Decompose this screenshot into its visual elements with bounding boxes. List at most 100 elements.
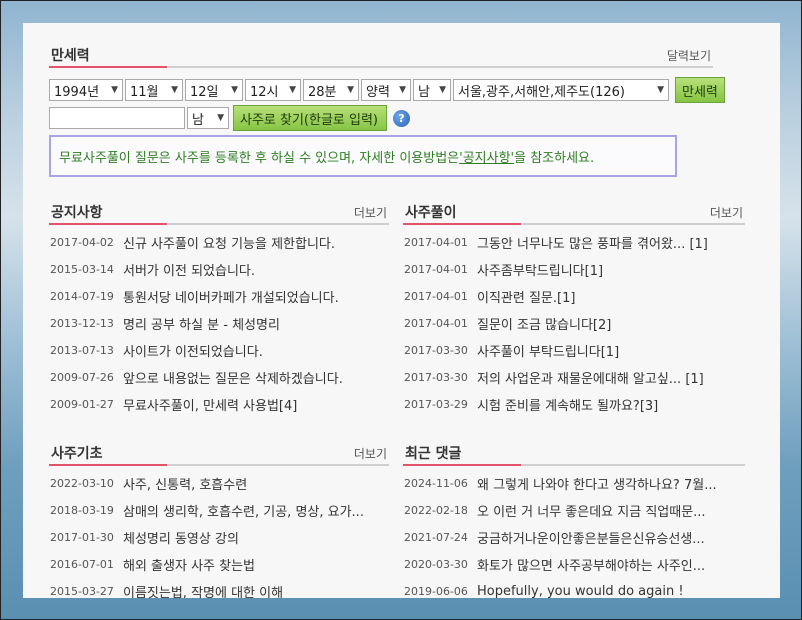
calendar-type-select[interactable]: 양력 ▼ bbox=[361, 79, 411, 101]
item-date: 2013-07-13 bbox=[50, 343, 114, 357]
item-title[interactable]: 사주풀이 부탁드립니다[1] bbox=[477, 341, 619, 360]
list-item[interactable]: 2015-03-14 서버가 이전 되었습니다. bbox=[50, 260, 255, 279]
search-gender-value: 남 bbox=[192, 112, 204, 128]
notices-more-link[interactable]: 더보기 bbox=[354, 204, 387, 221]
region-select[interactable]: 서울,광주,서해안,제주도(126) ▼ bbox=[453, 79, 669, 101]
minute-select[interactable]: 28분 ▼ bbox=[303, 79, 359, 101]
item-title[interactable]: 명리 공부 하실 분 - 체성명리 bbox=[123, 314, 280, 333]
item-title[interactable]: 무료사주풀이, 만세력 사용법[4] bbox=[123, 395, 297, 414]
comments-title: 최근 댓글 bbox=[405, 446, 462, 462]
item-title[interactable]: 이직관련 질문.[1] bbox=[477, 287, 575, 306]
item-date: 2014-07-19 bbox=[50, 289, 114, 303]
list-item[interactable]: 2020-03-30 화토가 많으면 사주공부해야하는 사주인... bbox=[404, 555, 746, 574]
item-title[interactable]: 체성명리 동영상 강의 bbox=[123, 528, 239, 547]
hour-select[interactable]: 12시 ▼ bbox=[245, 79, 301, 101]
item-title[interactable]: 해외 출생자 사주 찾는법 bbox=[123, 555, 255, 574]
item-title[interactable]: 이름짓는법, 작명에 대한 이해 bbox=[123, 582, 283, 599]
item-title[interactable]: 사주좀부탁드립니다[1] bbox=[477, 260, 603, 279]
list-item[interactable]: 2022-02-18 오 이런 거 너무 좋은데요 지금 직업때문... bbox=[404, 501, 746, 520]
search-gender-select[interactable]: 남 ▼ bbox=[187, 107, 229, 129]
item-date: 2017-01-30 bbox=[50, 530, 114, 544]
item-date: 2017-04-01 bbox=[404, 289, 468, 303]
item-date: 2024-11-06 bbox=[404, 476, 468, 490]
list-item[interactable]: 2017-04-01 사주좀부탁드립니다[1] bbox=[404, 260, 603, 279]
chevron-down-icon: ▼ bbox=[217, 113, 224, 123]
header-accent bbox=[49, 464, 167, 466]
item-date: 2020-03-30 bbox=[404, 557, 468, 571]
item-title[interactable]: 사주, 신통력, 호흡수련 bbox=[123, 474, 247, 493]
header-accent bbox=[403, 464, 521, 466]
help-icon[interactable]: ? bbox=[393, 109, 410, 127]
list-item[interactable]: 2009-01-27 무료사주풀이, 만세력 사용법[4] bbox=[50, 395, 297, 414]
list-item[interactable]: 2018-03-19 삼매의 생리학, 호흡수련, 기공, 명상, 요가... bbox=[50, 501, 390, 520]
list-item[interactable]: 2019-06-06 Hopefully, you would do again … bbox=[404, 582, 746, 599]
list-item[interactable]: 2014-07-19 통원서당 네이버카페가 개설되었습니다. bbox=[50, 287, 339, 306]
list-item[interactable]: 2013-12-13 명리 공부 하실 분 - 체성명리 bbox=[50, 314, 280, 333]
content-panel: 만세력 달력보기 1994년 ▼ 11월 ▼ 12일 ▼ 12시 ▼ 28분 ▼ 양력 ▼ … bbox=[23, 23, 780, 598]
list-item[interactable]: 2013-07-13 사이트가 이전되었습니다. bbox=[50, 341, 263, 360]
notices-title: 공지사항 bbox=[51, 205, 103, 221]
search-row: 남 ▼ 사주로 찾기(한글로 입력) ? bbox=[49, 105, 410, 131]
day-select[interactable]: 12일 ▼ bbox=[185, 79, 243, 101]
item-title[interactable]: 사이트가 이전되었습니다. bbox=[123, 341, 263, 360]
gender-select[interactable]: 남 ▼ bbox=[413, 79, 451, 101]
name-search-input[interactable] bbox=[49, 107, 185, 129]
list-item[interactable]: 2017-03-30 사주풀이 부탁드립니다[1] bbox=[404, 341, 619, 360]
gender-value: 남 bbox=[418, 84, 430, 100]
manse-go-button[interactable]: 만세력 bbox=[675, 77, 725, 103]
item-title[interactable]: Hopefully, you would do again ! bbox=[477, 584, 684, 599]
saju-header: 사주풀이 더보기 bbox=[403, 201, 745, 225]
item-date: 2017-04-02 bbox=[50, 235, 114, 249]
item-title[interactable]: 그동안 너무나도 많은 풍파를 겪어왔... [1] bbox=[477, 233, 708, 252]
manse-header: 만세력 달력보기 bbox=[49, 44, 713, 68]
chevron-down-icon: ▼ bbox=[289, 85, 296, 95]
list-item[interactable]: 2021-07-24 궁금하거나운이안좋은분들은신유승선생... bbox=[404, 528, 746, 547]
day-value: 12일 bbox=[190, 84, 219, 100]
list-item[interactable]: 2017-04-01 그동안 너무나도 많은 풍파를 겪어왔... [1] bbox=[404, 233, 708, 252]
item-title[interactable]: 삼매의 생리학, 호흡수련, 기공, 명상, 요가... bbox=[123, 501, 364, 520]
saju-more-link[interactable]: 더보기 bbox=[710, 204, 743, 221]
item-date: 2022-03-10 bbox=[50, 476, 114, 490]
year-select[interactable]: 1994년 ▼ bbox=[49, 79, 123, 101]
list-item[interactable]: 2009-07-26 앞으로 내용없는 질문은 삭제하겠습니다. bbox=[50, 368, 343, 387]
item-date: 2009-07-26 bbox=[50, 370, 114, 384]
list-item[interactable]: 2017-04-01 질문이 조금 많습니다[2] bbox=[404, 314, 611, 333]
item-title[interactable]: 시험 준비를 계속해도 될까요?[3] bbox=[477, 395, 658, 414]
item-date: 2017-03-30 bbox=[404, 343, 468, 357]
item-title[interactable]: 통원서당 네이버카페가 개설되었습니다. bbox=[123, 287, 339, 306]
item-title[interactable]: 앞으로 내용없는 질문은 삭제하겠습니다. bbox=[123, 368, 343, 387]
list-item[interactable]: 2017-04-02 신규 사주풀이 요청 기능을 제한합니다. bbox=[50, 233, 335, 252]
calendar-view-link[interactable]: 달력보기 bbox=[667, 47, 711, 64]
month-select[interactable]: 11월 ▼ bbox=[125, 79, 183, 101]
item-title[interactable]: 서버가 이전 되었습니다. bbox=[123, 260, 255, 279]
list-item[interactable]: 2017-03-29 시험 준비를 계속해도 될까요?[3] bbox=[404, 395, 658, 414]
manse-title: 만세력 bbox=[51, 48, 90, 64]
list-item[interactable]: 2016-07-01 해외 출생자 사주 찾는법 bbox=[50, 555, 390, 574]
basics-title: 사주기초 bbox=[51, 446, 103, 462]
item-title[interactable]: 저의 사업운과 재물운에대해 알고싶... [1] bbox=[477, 368, 704, 387]
item-title[interactable]: 질문이 조금 많습니다[2] bbox=[477, 314, 611, 333]
year-value: 1994년 bbox=[54, 84, 100, 100]
chevron-down-icon: ▼ bbox=[657, 85, 664, 95]
list-item[interactable]: 2017-03-30 저의 사업운과 재물운에대해 알고싶... [1] bbox=[404, 368, 704, 387]
item-title[interactable]: 왜 그렇게 나와야 한다고 생각하나요? 7월... bbox=[477, 474, 717, 493]
item-date: 2015-03-27 bbox=[50, 584, 114, 598]
list-item[interactable]: 2015-03-27 이름짓는법, 작명에 대한 이해 bbox=[50, 582, 390, 599]
chevron-down-icon: ▼ bbox=[231, 85, 238, 95]
notice-link[interactable]: '공지사항' bbox=[459, 147, 514, 166]
comments-header: 최근 댓글 bbox=[403, 442, 745, 466]
item-title[interactable]: 신규 사주풀이 요청 기능을 제한합니다. bbox=[123, 233, 335, 252]
list-item[interactable]: 2017-04-01 이직관련 질문.[1] bbox=[404, 287, 575, 306]
basics-more-link[interactable]: 더보기 bbox=[354, 445, 387, 462]
item-title[interactable]: 화토가 많으면 사주공부해야하는 사주인... bbox=[477, 555, 705, 574]
notice-text-end: 을 참조하세요. bbox=[514, 150, 595, 166]
item-title[interactable]: 오 이런 거 너무 좋은데요 지금 직업때문... bbox=[477, 501, 706, 520]
usage-notice: 무료사주풀이 질문은 사주를 등록한 후 하실 수 있으며, 자세한 이용방법은… bbox=[49, 135, 677, 177]
month-value: 11월 bbox=[130, 84, 159, 100]
item-date: 2017-04-01 bbox=[404, 262, 468, 276]
item-title[interactable]: 궁금하거나운이안좋은분들은신유승선생... bbox=[477, 528, 705, 547]
saju-search-button[interactable]: 사주로 찾기(한글로 입력) bbox=[233, 105, 387, 131]
list-item[interactable]: 2024-11-06 왜 그렇게 나와야 한다고 생각하나요? 7월... bbox=[404, 474, 746, 493]
list-item[interactable]: 2022-03-10 사주, 신통력, 호흡수련 bbox=[50, 474, 390, 493]
list-item[interactable]: 2017-01-30 체성명리 동영상 강의 bbox=[50, 528, 390, 547]
